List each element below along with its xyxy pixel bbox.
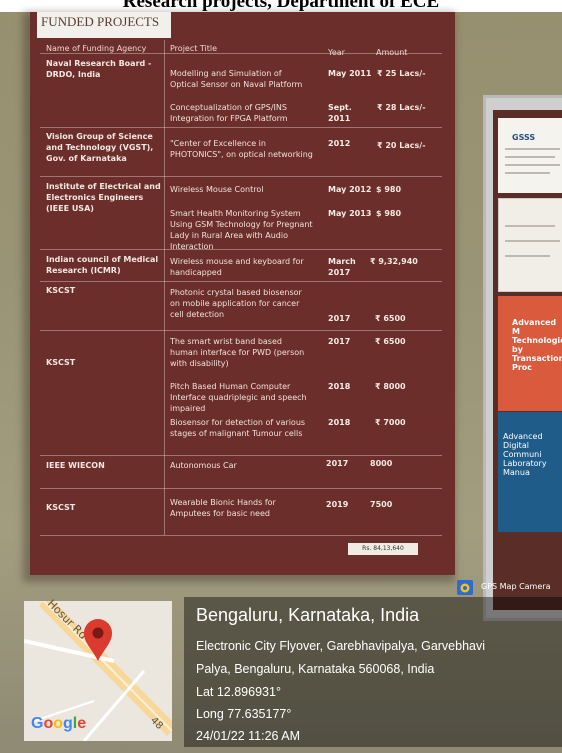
project-title: "Center of Excellence in PHOTONICS", on …	[170, 139, 313, 159]
funding-agency: Indian council of Medical Research (ICMR…	[46, 255, 159, 275]
funding-agency: Institute of Electrical and Electronics …	[46, 182, 161, 213]
google-logo-letter: g	[63, 715, 73, 732]
project-amount: $ 980	[376, 209, 402, 218]
pinned-document-title: GSSS	[512, 133, 536, 142]
photo: Research projects, Department of ECE GSS…	[0, 0, 562, 753]
project-year: 2017	[328, 314, 351, 323]
document-text-line	[505, 156, 555, 158]
table-rule	[40, 330, 442, 331]
table-rule	[40, 176, 442, 177]
project-title: Wireless mouse and keyboard for handicap…	[170, 257, 304, 277]
timestamp: 24/01/22 11:26 AM	[196, 729, 301, 743]
project-year: 2019	[326, 500, 349, 509]
column-header: Amount	[376, 48, 408, 57]
total-amount: Rs. 84,13,640	[348, 543, 418, 555]
document-text-line	[505, 172, 550, 174]
project-title: Wearable Bionic Hands for Amputees for b…	[170, 498, 276, 518]
table-rule	[40, 535, 442, 536]
funding-agency: KSCST	[46, 286, 76, 295]
project-amount: ₹ 8000	[375, 382, 406, 391]
column-header: Year	[328, 48, 345, 57]
address-line: Palya, Bengaluru, Karnataka 560068, Indi…	[196, 662, 435, 676]
project-year: 2017	[328, 337, 351, 346]
address-line: Electronic City Flyover, Garebhavipalya,…	[196, 639, 486, 653]
latitude: Lat 12.896931°	[196, 685, 281, 699]
column-header: Project Title	[170, 44, 218, 53]
project-amount: ₹ 9,32,940	[370, 257, 418, 266]
funding-agency: Naval Research Board - DRDO, India	[46, 59, 152, 79]
funding-agency: IEEE WIECON	[46, 461, 105, 470]
project-title: The smart wrist band based human interfa…	[170, 337, 305, 368]
project-title: Biosensor for detection of various stage…	[170, 418, 306, 438]
project-amount: ₹ 20 Lacs/-	[377, 141, 426, 150]
project-year: May 2011	[328, 69, 372, 78]
google-logo-letter: e	[77, 715, 87, 732]
funding-agency: KSCST	[46, 503, 76, 512]
table-rule	[40, 281, 442, 282]
longitude: Long 77.635177°	[196, 707, 292, 721]
pinned-certificate	[498, 198, 562, 292]
project-amount: ₹ 6500	[375, 314, 406, 323]
project-year: 2018	[328, 382, 351, 391]
project-amount: ₹ 6500	[375, 337, 406, 346]
funding-agency: KSCST	[46, 358, 76, 367]
document-text-line	[505, 240, 560, 242]
funding-agency: Vision Group of Science and Technology (…	[46, 132, 154, 163]
poster-header: FUNDED PROJECTS	[41, 14, 160, 29]
table-rule	[40, 127, 442, 128]
photo-caption: Research projects, Department of ECE	[0, 0, 562, 12]
project-title: Smart Health Monitoring System Using GSM…	[170, 209, 313, 251]
project-title: Autonomous Car	[170, 461, 237, 470]
project-year: 2012	[328, 139, 351, 148]
project-amount: $ 980	[376, 185, 402, 194]
table-rule	[40, 455, 442, 456]
project-amount: ₹ 25 Lacs/-	[377, 69, 426, 78]
camera-icon	[457, 580, 473, 595]
table-rule	[40, 488, 442, 489]
google-logo-letter: o	[53, 715, 64, 732]
document-text-line	[505, 225, 555, 227]
project-title: Photonic crystal based biosensor on mobi…	[170, 288, 302, 319]
project-year: May 2012	[328, 185, 372, 194]
project-year: 2017	[326, 459, 349, 468]
google-logo: Google	[31, 715, 86, 733]
project-title: Conceptualization of GPS/INS Integration…	[170, 103, 288, 123]
project-title: Pitch Based Human Computer Interface qua…	[170, 382, 307, 413]
project-title: Wireless Mouse Control	[170, 185, 264, 194]
book-cover-title: Advanced Digital Communi Laboratory Manu…	[503, 432, 547, 477]
gps-badge-label: GPS Map Camera	[481, 582, 551, 591]
project-amount: 8000	[370, 459, 393, 468]
document-text-line	[505, 255, 550, 257]
google-logo-letter: G	[31, 715, 44, 732]
google-logo-letter: o	[43, 715, 54, 732]
location-pin-icon	[84, 619, 112, 661]
project-amount: ₹ 7000	[375, 418, 406, 427]
column-header: Name of Funding Agency	[46, 44, 147, 53]
document-text-line	[505, 164, 560, 166]
project-year: Sept. 2011	[328, 103, 352, 123]
project-year: March 2017	[328, 257, 356, 277]
project-year: 2018	[328, 418, 351, 427]
project-amount: ₹ 28 Lacs/-	[377, 103, 426, 112]
project-amount: 7500	[370, 500, 393, 509]
location-title: Bengaluru, Karnataka, India	[196, 605, 420, 625]
project-year: May 2013	[328, 209, 372, 218]
book-cover-title: Advanced M Technologies by Transaction P…	[512, 318, 562, 372]
document-text-line	[505, 148, 560, 150]
project-title: Modelling and Simulation of Optical Sens…	[170, 69, 303, 89]
